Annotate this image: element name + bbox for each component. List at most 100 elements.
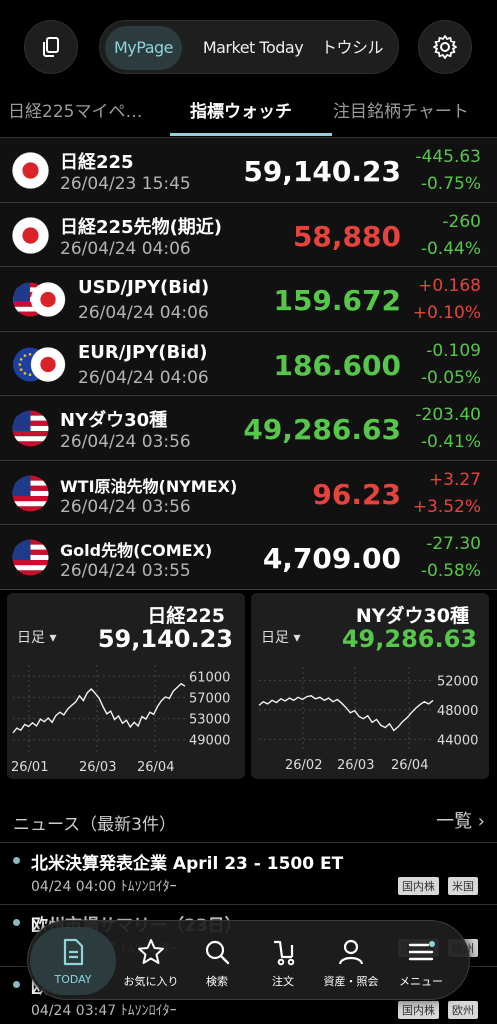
instrument-change: +3.27 (428, 469, 481, 490)
jp-flag-icon (12, 152, 49, 189)
period-dropdown[interactable]: 日足 ▾ (261, 627, 300, 647)
star-icon (136, 937, 166, 967)
watchlist: 日経225 26/04/23 15:45 59,140.23 -445.63 -… (0, 138, 497, 590)
nav-item-search[interactable]: 検索 (184, 921, 250, 1001)
person-icon (336, 937, 366, 967)
instrument-change-pct: +0.10% (412, 303, 481, 323)
chart-price: 49,286.63 (341, 625, 477, 653)
news-meta: 04/24 03:47 ﾄﾑｿﾝﾛｲﾀｰ (31, 1003, 177, 1019)
bullet-dot (13, 981, 20, 988)
instrument-price: 4,709.00 (262, 542, 401, 575)
watch-row[interactable]: 日経225 26/04/23 15:45 59,140.23 -445.63 -… (0, 138, 497, 203)
news-title: ニュース（最新3件） (13, 815, 176, 835)
instrument-change-pct: -0.44% (420, 238, 481, 259)
nav-item-favorites[interactable]: お気に入り (118, 921, 184, 1001)
y-tick-label: 52000 (437, 674, 478, 689)
caret-down-icon: ▾ (49, 630, 57, 646)
instrument-price: 159.672 (273, 284, 401, 317)
chart-price: 59,140.23 (97, 625, 233, 653)
x-tick-label: 26/03 (79, 760, 116, 775)
instrument-price: 49,286.63 (243, 413, 401, 446)
copy-icon (43, 37, 59, 57)
tab-strip: 日経225マイペ… 指標ウォッチ 注目銘柄チャート (0, 92, 497, 138)
copy-button[interactable] (24, 20, 78, 74)
us-flag-icon (12, 410, 49, 447)
instrument-change: -0.109 (426, 340, 481, 361)
tab-featured-charts[interactable]: 注目銘柄チャート (333, 92, 469, 137)
segment-toushiru[interactable]: トウシル (312, 26, 392, 70)
instrument-time: 26/04/24 03:56 (60, 432, 191, 452)
bullet-dot (13, 919, 20, 926)
watch-row[interactable]: USD/JPY(Bid) 26/04/24 04:06 159.672 +0.1… (0, 267, 497, 332)
period-dropdown[interactable]: 日足 ▾ (17, 627, 56, 647)
eu-jp-flag-icon (12, 346, 66, 383)
instrument-price: 186.600 (273, 348, 401, 382)
mini-chart-nikkei[interactable]: 日経225 日足 ▾ 59,140.23 61000 57000 53000 4900… (7, 593, 245, 779)
news-tag: 国内株 (398, 1001, 439, 1019)
instrument-change-pct: -0.58% (420, 561, 481, 581)
instrument-change: -260 (442, 211, 481, 232)
caret-down-icon: ▾ (293, 630, 301, 646)
segment-market-today[interactable]: Market Today (190, 26, 316, 70)
instrument-change: -27.30 (426, 534, 481, 554)
us-jp-flag-icon (12, 281, 66, 318)
settings-button[interactable] (418, 20, 472, 74)
instrument-name: NYダウ30種 (60, 410, 168, 431)
page-segment-control: MyPage Market Today トウシル (99, 20, 399, 74)
watch-row[interactable]: NYダウ30種 26/04/24 03:56 49,286.63 -203.40… (0, 396, 497, 461)
nav-label: TODAY (54, 973, 92, 986)
instrument-change-pct: -0.41% (420, 432, 481, 452)
nav-item-order[interactable]: 注文 (250, 921, 316, 1001)
line-chart: 52000 48000 44000 26/02 26/03 26/04 (258, 667, 478, 773)
nav-label: メニュー (399, 975, 443, 988)
watch-row[interactable]: 日経225先物(期近) 26/04/24 04:06 58,880 -260 -… (0, 202, 497, 267)
instrument-change-pct: -0.05% (420, 367, 481, 388)
line-chart: 61000 57000 53000 49000 26/01 26/03 26/04 (11, 665, 230, 775)
instrument-price: 59,140.23 (243, 155, 401, 188)
mini-chart-nydow[interactable]: NYダウ30種 日足 ▾ 49,286.63 52000 48000 44000 26… (251, 593, 489, 779)
news-tag: 米国 (448, 877, 478, 895)
bottom-nav: TODAY お気に入り 検索 注文 資産・照会 メニュー (27, 920, 470, 1000)
menu-icon (406, 937, 436, 967)
nav-item-today[interactable]: TODAY (30, 927, 116, 995)
news-meta: 04/24 04:00 ﾄﾑｿﾝﾛｲﾀｰ (31, 879, 177, 895)
x-tick-label: 26/04 (137, 760, 174, 775)
instrument-change-pct: +3.52% (412, 496, 481, 517)
chart-title: 日経225 (147, 605, 225, 627)
x-tick-label: 26/04 (391, 758, 428, 773)
instrument-change: +0.168 (418, 276, 481, 296)
tab-indicator-watch[interactable]: 指標ウォッチ (190, 92, 292, 137)
instrument-time: 26/04/24 04:06 (78, 367, 209, 388)
instrument-price: 96.23 (312, 477, 401, 511)
y-tick-label: 49000 (189, 734, 230, 749)
instrument-name: EUR/JPY(Bid) (78, 341, 208, 363)
news-item[interactable]: 北米決算発表企業 April 23 - 1500 ET 04/24 04:00 … (0, 842, 497, 904)
jp-flag-icon (12, 216, 49, 254)
news-header: ニュース（最新3件） 一覧 › (0, 800, 497, 840)
news-tag: 欧州 (448, 1001, 478, 1019)
series-line (258, 695, 434, 732)
watch-row[interactable]: EUR/JPY(Bid) 26/04/24 04:06 186.600 -0.1… (0, 331, 497, 396)
instrument-name: 日経225 (60, 152, 134, 173)
gear-icon (433, 35, 457, 59)
nav-item-menu[interactable]: メニュー (388, 921, 454, 1001)
instrument-price: 58,880 (292, 219, 401, 253)
y-tick-label: 48000 (437, 704, 478, 719)
instrument-time: 26/04/24 04:06 (78, 303, 209, 323)
instrument-change: -445.63 (415, 147, 481, 167)
instrument-change: -203.40 (415, 405, 481, 425)
instrument-name: USD/JPY(Bid) (78, 277, 210, 298)
tab-nikkei-mypage[interactable]: 日経225マイペ… (8, 92, 142, 137)
watch-row[interactable]: Gold先物(COMEX) 26/04/24 03:55 4,709.00 -2… (0, 525, 497, 590)
nav-item-assets[interactable]: 資産・照会 (318, 921, 384, 1001)
period-label: 日足 (17, 630, 45, 646)
instrument-name: WTI原油先物(NYMEX) (60, 476, 238, 496)
instrument-time: 26/04/23 15:45 (60, 174, 191, 194)
watch-row[interactable]: WTI原油先物(NYMEX) 26/04/24 03:56 96.23 +3.2… (0, 460, 497, 525)
y-tick-label: 57000 (189, 691, 230, 706)
news-list-link[interactable]: 一覧 › (436, 807, 485, 833)
segment-mypage[interactable]: MyPage (105, 26, 182, 70)
today-doc-icon (58, 937, 88, 967)
instrument-time: 26/04/24 04:06 (60, 238, 191, 259)
us-flag-icon (12, 539, 49, 576)
